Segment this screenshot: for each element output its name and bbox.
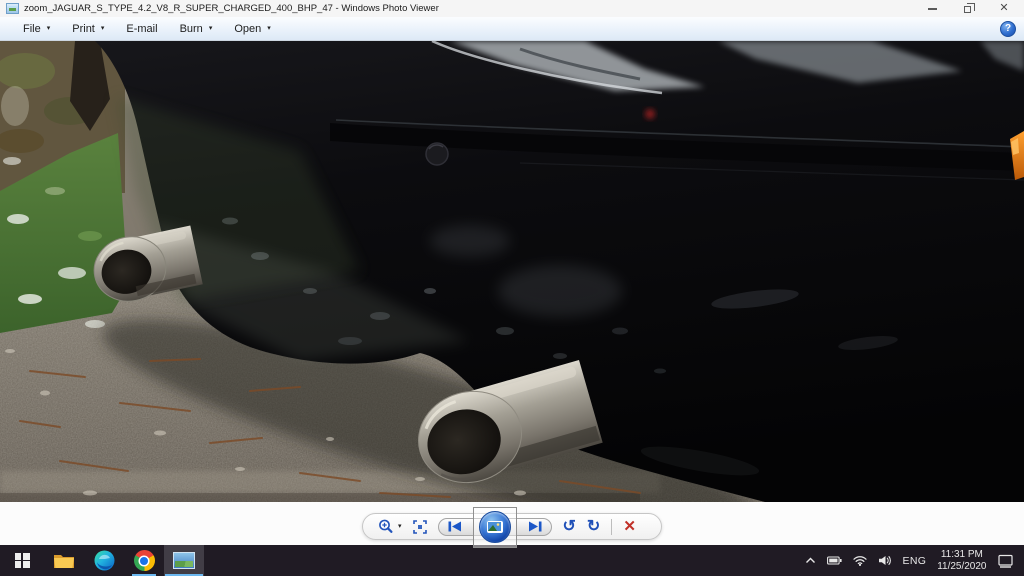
taskbar: ENG 11:31 PM 11/25/2020	[0, 545, 1024, 576]
help-icon[interactable]: ?	[1000, 20, 1016, 37]
window-title: zoom_JAGUAR_S_TYPE_4.2_V8_R_SUPER_CHARGE…	[24, 3, 439, 14]
chevron-down-icon: ▾	[267, 25, 271, 32]
previous-button[interactable]	[448, 521, 462, 532]
menu-print[interactable]: Print ▾	[61, 20, 115, 38]
photo-jaguar-exhaust	[0, 41, 1024, 502]
picture-icon	[486, 520, 503, 533]
menu-email[interactable]: E-mail	[115, 20, 168, 38]
file-explorer-icon	[54, 555, 74, 568]
action-center-button[interactable]	[992, 545, 1019, 576]
chevron-up-icon	[805, 557, 815, 563]
navigation-group	[437, 506, 552, 548]
taskbar-clock[interactable]: 11:31 PM 11/25/2020	[932, 545, 992, 576]
window-titlebar: zoom_JAGUAR_S_TYPE_4.2_V8_R_SUPER_CHARGE…	[0, 0, 1024, 17]
restore-button[interactable]	[962, 3, 975, 15]
viewer-bottom-bar: ▾ ↺ ↻ ✕	[0, 502, 1024, 548]
menubar: File ▾ Print ▾ E-mail Burn ▾ Open ▾ ?	[0, 17, 1024, 41]
zoom-button[interactable]: ▾	[378, 519, 402, 534]
menu-open[interactable]: Open ▾	[223, 20, 281, 38]
desktop: zoom_JAGUAR_S_TYPE_4.2_V8_R_SUPER_CHARGE…	[0, 0, 1024, 576]
minimize-button[interactable]	[926, 3, 938, 15]
chevron-down-icon: ▾	[46, 25, 51, 32]
chevron-down-icon: ▾	[100, 25, 105, 32]
chevron-down-icon: ▾	[208, 25, 213, 32]
photo-viewer-window-icon	[6, 3, 19, 14]
volume-control[interactable]	[872, 545, 897, 576]
rotate-counterclockwise-button[interactable]: ↺	[563, 518, 576, 535]
language-indicator[interactable]: ENG	[897, 545, 932, 576]
hidden-icons-button[interactable]	[799, 545, 821, 576]
toolbar-divider	[611, 518, 613, 535]
wifi-icon	[852, 556, 867, 566]
photo-viewer-icon	[173, 552, 195, 569]
battery-status[interactable]	[821, 545, 847, 576]
previous-icon	[448, 521, 461, 532]
taskbar-microsoft-edge[interactable]	[84, 545, 124, 576]
next-button[interactable]	[528, 521, 542, 532]
windows-logo-icon	[14, 553, 30, 568]
network-status[interactable]	[847, 545, 872, 576]
rotate-clockwise-button[interactable]: ↻	[587, 518, 600, 535]
google-chrome-icon	[133, 550, 155, 571]
play-slideshow-button[interactable]	[478, 510, 511, 543]
menu-burn[interactable]: Burn ▾	[169, 20, 224, 38]
clock-date: 11/25/2020	[937, 560, 987, 572]
notifications-icon	[997, 554, 1013, 568]
microsoft-edge-icon	[94, 550, 114, 571]
actual-size-icon	[412, 519, 427, 534]
menu-file[interactable]: File ▾	[12, 20, 61, 38]
system-tray: ENG 11:31 PM 11/25/2020	[799, 545, 1024, 576]
battery-icon	[826, 556, 842, 565]
close-button[interactable]: ✕	[998, 3, 1010, 15]
clock-time: 11:31 PM	[940, 548, 983, 560]
taskbar-google-chrome[interactable]	[124, 545, 164, 576]
window-controls: ✕	[926, 3, 1018, 15]
magnifier-plus-icon	[379, 519, 393, 533]
viewer-toolbar: ▾ ↺ ↻ ✕	[362, 506, 662, 548]
actual-size-button[interactable]	[412, 519, 427, 534]
taskbar-file-explorer[interactable]	[44, 545, 84, 576]
photo-canvas	[0, 41, 1024, 502]
chevron-down-icon: ▾	[398, 523, 402, 530]
taskbar-photo-viewer[interactable]	[164, 545, 204, 576]
start-button[interactable]	[0, 545, 44, 576]
next-icon	[528, 521, 542, 532]
delete-button[interactable]: ✕	[623, 519, 636, 534]
speaker-icon	[878, 556, 891, 565]
